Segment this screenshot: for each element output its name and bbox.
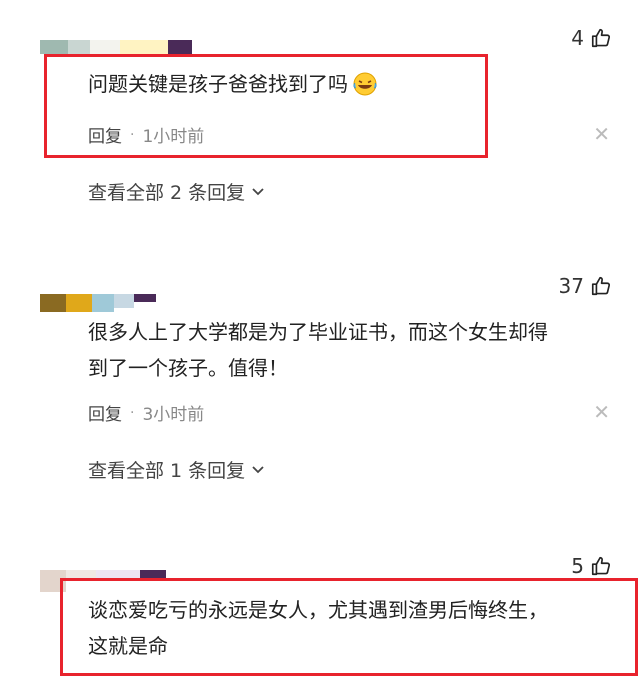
avatar[interactable]	[40, 40, 192, 54]
highlight-box	[60, 578, 638, 676]
separator-dot: ·	[130, 404, 135, 421]
like-button[interactable]: 4	[571, 26, 612, 50]
avatar[interactable]	[40, 294, 156, 312]
like-count: 5	[571, 554, 584, 578]
close-icon[interactable]: ✕	[593, 400, 610, 424]
like-button[interactable]: 37	[559, 274, 612, 298]
view-replies-link[interactable]: 查看全部 1 条回复	[88, 456, 265, 483]
reply-button[interactable]: 回复	[88, 400, 122, 425]
comment-3: 5 谈恋爱吃亏的永远是女人，尤其遇到渣男后悔终生， 这就是命	[0, 548, 640, 678]
thumbs-up-icon	[591, 28, 611, 48]
like-count: 37	[558, 274, 584, 298]
like-button[interactable]: 5	[571, 554, 612, 578]
close-icon[interactable]: ✕	[593, 122, 610, 146]
comment-text: 很多人上了大学都是为了毕业证书，而这个女生却得 到了一个孩子。值得！	[88, 320, 548, 380]
comment-meta: 回复 · 3小时前	[88, 400, 205, 426]
highlight-box	[44, 54, 488, 158]
timestamp: 3小时前	[142, 405, 205, 425]
comment-1: 4 问题关键是孩子爸爸找到了吗 回复 · 1小时前 ✕ 查看全部 2 条回复	[0, 0, 640, 230]
chevron-down-icon	[252, 465, 264, 473]
comment-2: 37 很多人上了大学都是为了毕业证书，而这个女生却得 到了一个孩子。值得！ 回复…	[0, 260, 640, 520]
thumbs-up-icon	[591, 276, 611, 296]
chevron-down-icon	[252, 187, 264, 195]
view-replies-link[interactable]: 查看全部 2 条回复	[88, 178, 265, 205]
thumbs-up-icon	[591, 556, 611, 576]
like-count: 4	[571, 26, 584, 50]
